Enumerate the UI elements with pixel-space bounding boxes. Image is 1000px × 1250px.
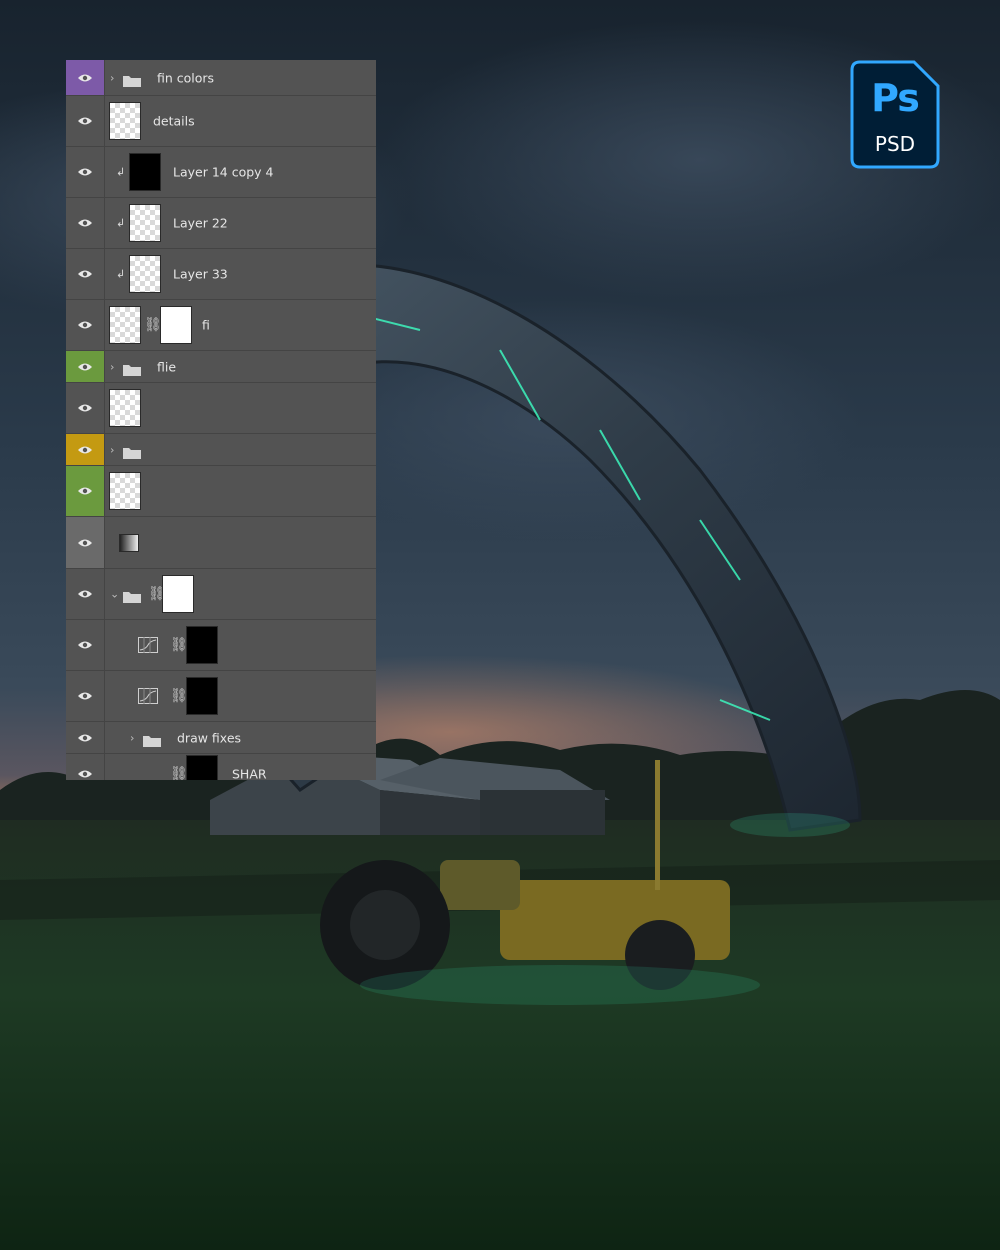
visibility-eye-icon[interactable] [66,620,104,670]
clipping-mask-icon: ↲ [116,216,126,230]
chevron-right-icon[interactable]: › [110,71,114,84]
column-divider [104,620,105,670]
layer-row[interactable]: ↲ Layer 22 [66,198,376,249]
layer-name[interactable]: SHAR [232,766,267,780]
curves-adjustment-icon [138,637,158,653]
layer-row[interactable] [66,466,376,517]
layer-row[interactable]: ⌄ ⛓ [66,569,376,620]
layer-name[interactable]: Layer 33 [173,267,228,282]
column-divider [104,60,105,95]
layer-name[interactable]: fi [202,318,210,333]
chevron-down-icon[interactable]: ⌄ [110,588,119,601]
visibility-eye-icon[interactable] [66,671,104,721]
column-divider [104,198,105,248]
layer-mask-thumbnail [186,754,218,780]
chevron-right-icon[interactable]: › [110,360,114,373]
curves-adjustment-icon [138,688,158,704]
chevron-right-icon[interactable]: › [130,731,134,744]
column-divider [104,671,105,721]
layer-row[interactable]: ⛓ fi [66,300,376,351]
layer-row[interactable]: ⛓ [66,620,376,671]
layer-name[interactable]: draw fixes [177,730,241,745]
column-divider [104,249,105,299]
layer-row[interactable] [66,383,376,434]
chevron-right-icon[interactable]: › [110,443,114,456]
visibility-eye-icon[interactable] [66,434,104,465]
visibility-eye-icon[interactable] [66,249,104,299]
layer-row[interactable] [66,517,376,569]
photoshop-psd-badge: Ps PSD [850,60,940,169]
layer-row[interactable]: › draw fixes [66,722,376,754]
ps-logo-text: Ps [871,76,920,120]
visibility-eye-icon[interactable] [66,569,104,619]
layer-row[interactable]: ↲ Layer 14 copy 4 [66,147,376,198]
layer-name[interactable]: details [153,114,195,129]
column-divider [104,147,105,197]
layer-mask-thumbnail [186,677,218,715]
layer-thumbnail [109,306,141,344]
layer-row[interactable]: › [66,434,376,466]
column-divider [104,434,105,465]
layer-row[interactable]: details [66,96,376,147]
layer-thumbnail [129,153,161,191]
column-divider [104,754,105,780]
clipping-mask-icon: ↲ [116,267,126,281]
psd-format-label: PSD [874,132,916,156]
clipping-mask-icon: ↲ [116,165,126,179]
visibility-eye-icon[interactable] [66,60,104,95]
layer-row[interactable]: ⛓ [66,671,376,722]
visibility-eye-icon[interactable] [66,198,104,248]
layer-thumbnail [129,204,161,242]
column-divider [104,569,105,619]
visibility-eye-icon[interactable] [66,517,104,568]
visibility-eye-icon[interactable] [66,147,104,197]
visibility-eye-icon[interactable] [66,96,104,146]
visibility-eye-icon[interactable] [66,383,104,433]
layer-row[interactable]: › fin colors [66,60,376,96]
layer-thumbnail [109,389,141,427]
visibility-eye-icon[interactable] [66,466,104,516]
layer-name[interactable]: fin colors [157,70,214,85]
column-divider [104,466,105,516]
layer-thumbnail [109,472,141,510]
layer-mask-thumbnail [186,626,218,664]
layer-thumbnail [109,102,141,140]
column-divider [104,517,105,568]
folder-icon [123,588,141,603]
layer-mask-thumbnail [160,306,192,344]
layer-name[interactable]: flie [157,359,176,374]
visibility-eye-icon[interactable] [66,351,104,382]
layer-mask-thumbnail [162,575,194,613]
folder-icon [143,732,161,747]
layer-row[interactable]: ⛓ SHAR [66,754,376,780]
layer-row[interactable]: ↲ Layer 33 [66,249,376,300]
column-divider [104,722,105,753]
folder-icon [123,72,141,87]
visibility-eye-icon[interactable] [66,722,104,753]
layers-panel: › fin colors details ↲ Layer 14 copy 4 ↲ Layer… [66,60,376,780]
visibility-eye-icon[interactable] [66,300,104,350]
folder-icon [123,444,141,459]
visibility-eye-icon[interactable] [66,754,104,780]
column-divider [104,351,105,382]
layer-row[interactable]: › flie [66,351,376,383]
layer-name[interactable]: Layer 14 copy 4 [173,165,273,180]
layer-name[interactable]: Layer 22 [173,216,228,231]
folder-icon [123,361,141,376]
column-divider [104,96,105,146]
gradient-fill-icon [119,533,139,552]
layer-thumbnail [129,255,161,293]
column-divider [104,300,105,350]
column-divider [104,383,105,433]
